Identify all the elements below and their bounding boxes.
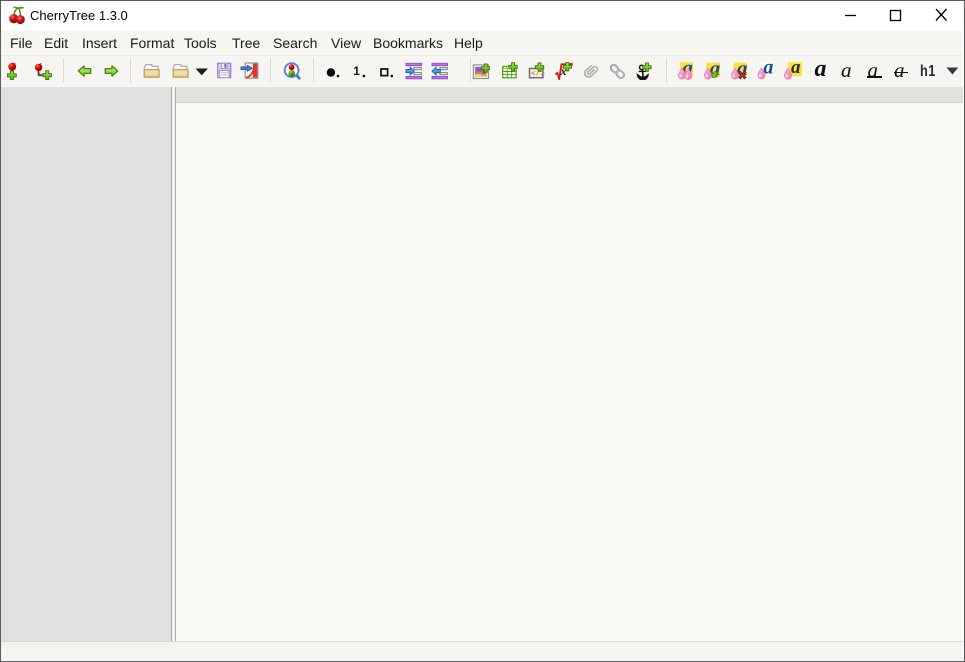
svg-text:1: 1 — [353, 66, 360, 78]
svg-text:a: a — [791, 62, 801, 78]
